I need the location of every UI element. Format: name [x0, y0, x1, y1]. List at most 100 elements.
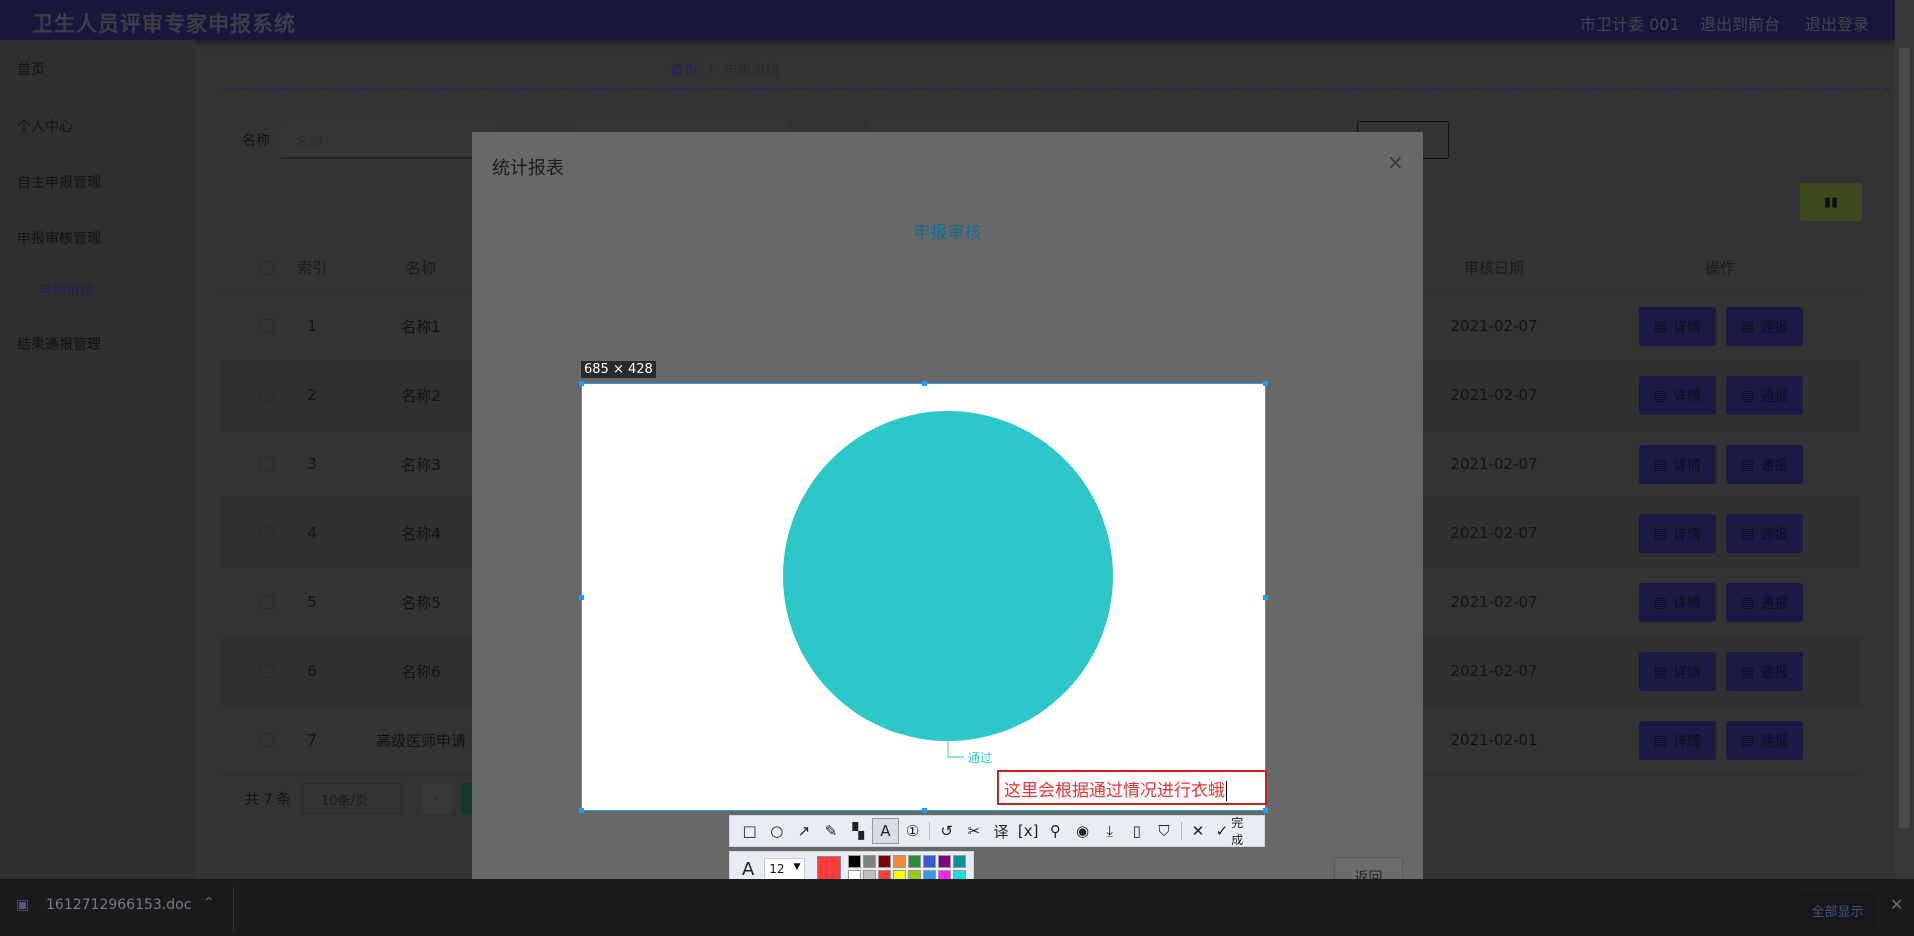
detail-button[interactable]: ▤ 详情: [1639, 307, 1716, 346]
row-date: 2021-02-07: [1450, 662, 1538, 680]
pencil-icon[interactable]: ✎: [817, 818, 844, 844]
text-tool-icon[interactable]: A: [871, 818, 899, 844]
show-all-button[interactable]: 全部显示: [1800, 893, 1875, 927]
circle-icon[interactable]: ○: [763, 818, 790, 844]
detail-button[interactable]: ▤ 详情: [1639, 652, 1716, 691]
sidebar-item-review-management[interactable]: 申报审核管理: [17, 228, 101, 248]
row-name: 名称4: [401, 524, 441, 543]
cancel-icon[interactable]: ✕: [1185, 818, 1212, 844]
row-index: 1: [307, 317, 317, 335]
user-name-link[interactable]: 市卫计委 001: [1580, 11, 1680, 35]
notify-button[interactable]: ▤ 通报: [1726, 514, 1803, 553]
detail-button[interactable]: ▤ 详情: [1639, 514, 1716, 553]
sidebar-item-personal-center[interactable]: 个人中心: [17, 116, 73, 136]
exit-to-frontend-link[interactable]: 退出到前台: [1700, 11, 1780, 35]
notify-button[interactable]: ▤ 通报: [1726, 445, 1803, 484]
notify-label: 通报: [1760, 733, 1789, 750]
row-checkbox[interactable]: [260, 526, 274, 540]
sidebar-item-self-declaration[interactable]: 自主申报管理: [17, 172, 101, 192]
notify-button[interactable]: ▤ 通报: [1726, 307, 1803, 346]
row-checkbox[interactable]: [260, 319, 274, 333]
download-icon[interactable]: ⤓: [1096, 818, 1123, 844]
chart-button[interactable]: ▮▮: [1800, 183, 1862, 221]
notify-button[interactable]: ▤ 通报: [1726, 652, 1803, 691]
undo-icon[interactable]: ↺: [933, 818, 960, 844]
record-icon[interactable]: ◉: [1069, 818, 1096, 844]
sidebar-item-home[interactable]: 首页: [17, 59, 45, 79]
search-name-input[interactable]: 名称: [281, 121, 497, 159]
row-date: 2021-02-07: [1450, 455, 1538, 473]
row-checkbox[interactable]: [260, 733, 274, 747]
download-file-name[interactable]: 1612712966153.doc: [46, 897, 191, 913]
chevron-up-icon[interactable]: ⌃: [203, 895, 215, 911]
pin-icon[interactable]: ⚲: [1042, 818, 1069, 844]
breadcrumb-home[interactable]: 首页: [670, 63, 698, 79]
number-marker-icon[interactable]: ①: [899, 818, 926, 844]
translate-icon[interactable]: 译: [987, 818, 1014, 844]
detail-label: 详情: [1673, 595, 1702, 612]
color-swatch[interactable]: [922, 855, 936, 868]
page-size-select[interactable]: 10条/页: [302, 783, 402, 814]
color-swatch[interactable]: [937, 855, 951, 868]
sidebar-item-review[interactable]: 申报审核: [38, 280, 94, 300]
color-swatch[interactable]: [862, 855, 876, 868]
color-swatch[interactable]: [847, 855, 861, 868]
breadcrumb-separator: /: [708, 63, 714, 79]
row-checkbox[interactable]: [260, 388, 274, 402]
prev-page-button[interactable]: ‹: [421, 783, 452, 814]
resize-handle[interactable]: [579, 595, 584, 600]
document-icon: ▤: [1653, 525, 1668, 542]
modal-title: 统计报表: [492, 158, 564, 179]
resize-handle[interactable]: [1263, 595, 1268, 600]
document-icon: ▤: [1653, 387, 1668, 404]
ocr-icon[interactable]: [x]: [1015, 818, 1042, 844]
resize-handle[interactable]: [922, 808, 927, 813]
scrollbar-thumb[interactable]: [1899, 48, 1910, 828]
font-size-value: 12: [769, 862, 785, 876]
bookmark-icon[interactable]: ⛉: [1150, 818, 1177, 844]
resize-handle[interactable]: [1263, 381, 1268, 386]
scissors-icon[interactable]: ✂: [960, 818, 987, 844]
font-size-select[interactable]: 12 ▼: [764, 858, 806, 880]
scrollbar[interactable]: [1895, 0, 1914, 879]
row-checkbox[interactable]: [260, 457, 274, 471]
detail-button[interactable]: ▤ 详情: [1639, 376, 1716, 415]
select-all-checkbox[interactable]: [260, 260, 274, 275]
color-swatch[interactable]: [877, 855, 891, 868]
header-ops: 操作: [1704, 259, 1735, 277]
color-swatch[interactable]: [907, 855, 921, 868]
resize-handle[interactable]: [579, 381, 584, 386]
close-icon[interactable]: ✕: [1890, 895, 1903, 914]
resize-handle[interactable]: [579, 808, 584, 813]
row-date: 2021-02-01: [1450, 731, 1538, 749]
color-swatch[interactable]: [952, 855, 966, 868]
capture-selection[interactable]: 通过: [579, 381, 1268, 813]
app-header: 卫生人员评审专家申报系统 市卫计委 001 退出到前台 退出登录: [0, 0, 1895, 40]
search-placeholder: 名称: [296, 135, 323, 150]
close-icon[interactable]: ×: [1387, 150, 1404, 174]
rectangle-icon[interactable]: □: [736, 818, 763, 844]
sidebar-item-result-notice[interactable]: 结果通报管理: [17, 334, 101, 354]
done-button[interactable]: ✓ 完成: [1212, 816, 1258, 847]
phone-icon[interactable]: ▯: [1123, 818, 1150, 844]
row-checkbox[interactable]: [260, 595, 274, 609]
notify-label: 通报: [1760, 388, 1789, 405]
detail-button[interactable]: ▤ 详情: [1639, 721, 1716, 760]
mosaic-icon[interactable]: ▚: [845, 818, 872, 844]
logout-link[interactable]: 退出登录: [1805, 11, 1869, 35]
breadcrumb: 首页 / 申报审核: [670, 60, 780, 80]
row-checkbox[interactable]: [260, 664, 274, 678]
resize-handle[interactable]: [922, 381, 927, 386]
detail-label: 详情: [1673, 457, 1702, 474]
resize-handle[interactable]: [1263, 808, 1268, 813]
arrow-icon[interactable]: ↗: [790, 818, 817, 844]
detail-button[interactable]: ▤ 详情: [1639, 445, 1716, 484]
row-index: 6: [307, 662, 317, 680]
notify-button[interactable]: ▤ 通报: [1726, 583, 1803, 622]
document-icon: ▤: [1740, 594, 1755, 611]
detail-button[interactable]: ▤ 详情: [1639, 583, 1716, 622]
notify-button[interactable]: ▤ 通报: [1726, 721, 1803, 760]
annotation-text-input[interactable]: 这里会根据通过情况进行衣蛾: [997, 770, 1267, 805]
color-swatch[interactable]: [892, 855, 906, 868]
notify-button[interactable]: ▤ 通报: [1726, 376, 1803, 415]
